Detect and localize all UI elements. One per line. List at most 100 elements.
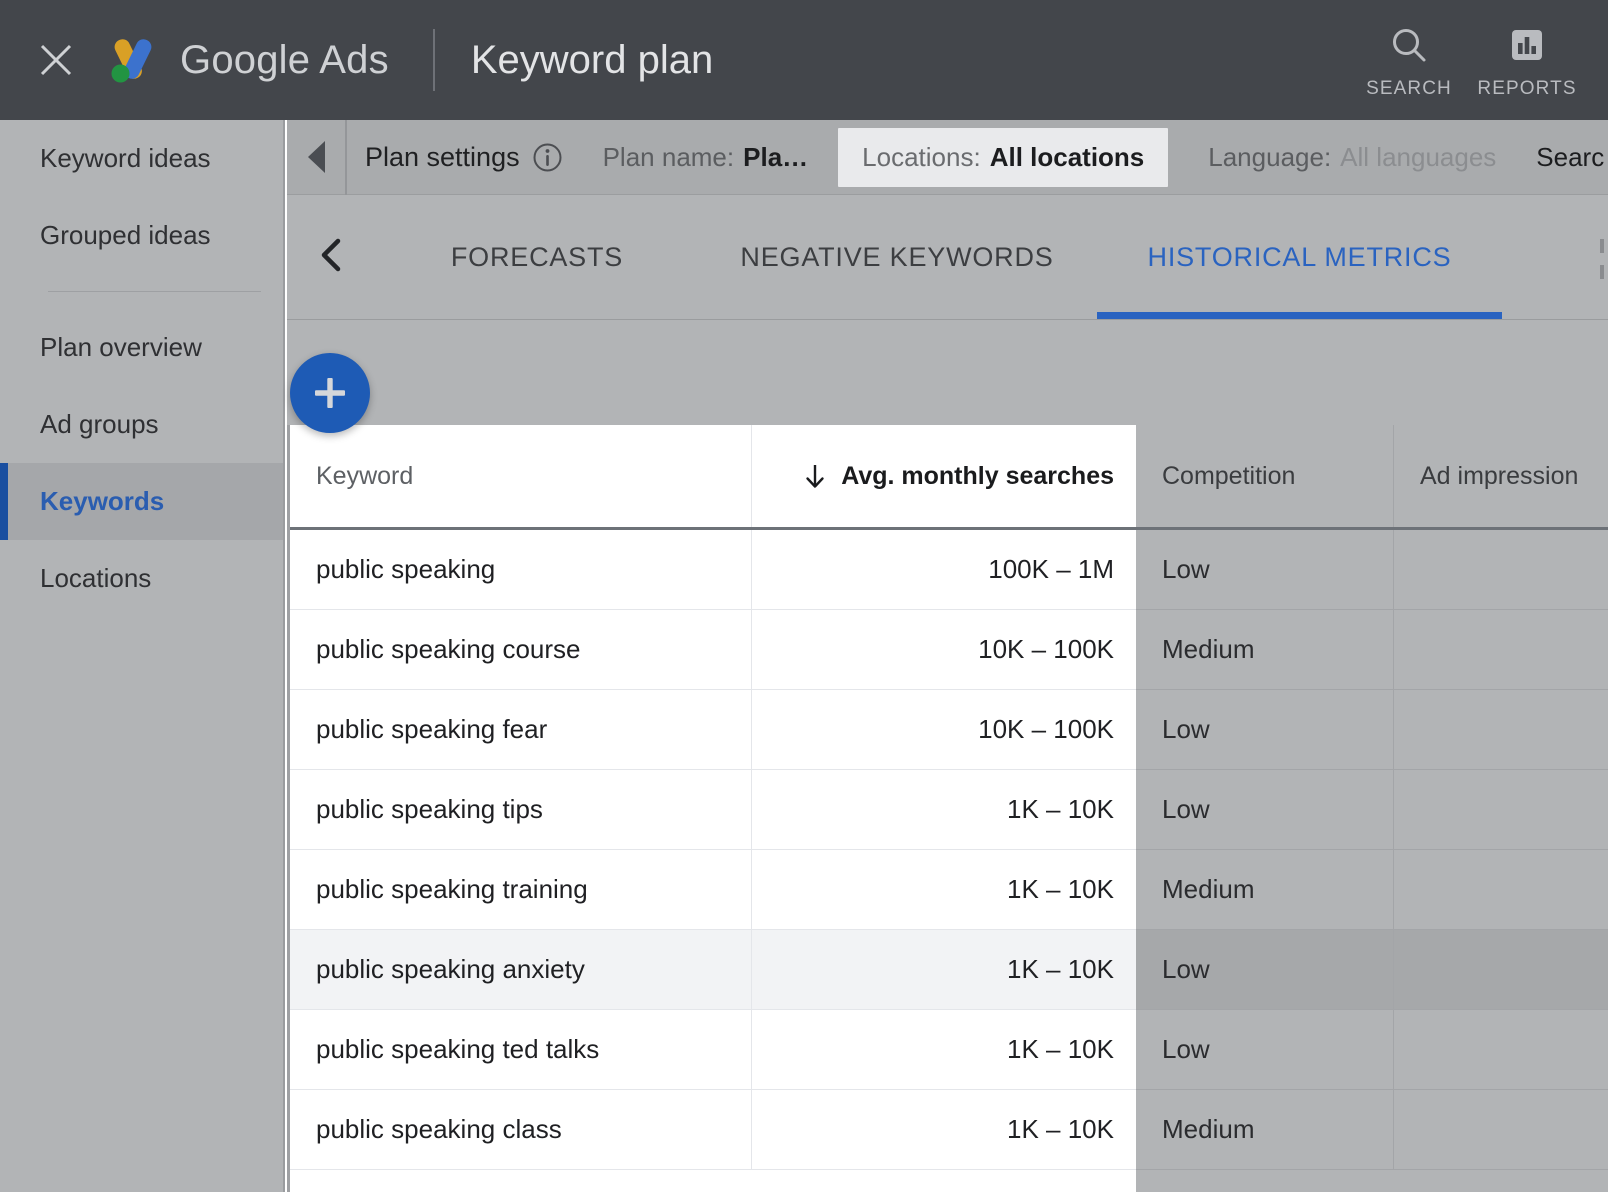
table-row[interactable]: Medium [1136,610,1608,690]
cell-keyword: public speaking [287,530,752,609]
cell-competition: Medium [1136,1090,1394,1169]
reports-button[interactable]: REPORTS [1468,20,1586,100]
close-icon[interactable] [30,34,82,86]
table-row[interactable]: Medium [1136,1090,1608,1170]
sidebar-item-label: Keywords [40,486,165,516]
cell-competition: Low [1136,530,1394,609]
triangle-left-icon [307,141,325,173]
chip-key: Language: [1208,141,1332,172]
table-row[interactable]: public speaking ted talks 1K – 10K [287,1010,1136,1090]
table-header-row-right: Competition Ad impression [1136,425,1608,530]
column-header-competition[interactable]: Competition [1136,425,1394,527]
search-icon [1387,20,1431,72]
arrow-down-icon [802,461,828,491]
main-area: Plan settings Plan name: Pla… Locations:… [287,119,1608,1192]
cell-keyword: public speaking ted talks [287,1010,752,1089]
cell-ad-impression [1394,1090,1608,1169]
cell-ad-impression [1394,930,1608,1009]
reports-bar-chart-icon [1505,20,1549,72]
column-header-ad-impression[interactable]: Ad impression [1394,425,1608,527]
cell-competition: Medium [1136,610,1394,689]
cell-avg-monthly-searches: 1K – 10K [1007,794,1114,824]
sidebar-divider [48,291,261,292]
table-header-row: Keyword Avg. monthly searches [287,425,1136,530]
sidebar-item-grouped-ideas[interactable]: Grouped ideas [0,197,283,274]
cell-keyword: public speaking course [287,610,752,689]
cell-keyword: public speaking fear [287,690,752,769]
cell-avg-monthly-searches: 10K – 100K [978,634,1114,664]
table-row[interactable]: Low [1136,770,1608,850]
tab-historical-metrics[interactable]: HISTORICAL METRICS [1097,195,1502,319]
sidebar-item-label: Grouped ideas [40,220,211,250]
chip-locations[interactable]: Locations: All locations [838,127,1169,187]
page-title: Keyword plan [470,37,714,82]
tab-label: HISTORICAL METRICS [1147,241,1452,272]
sidebar-item-keywords[interactable]: Keywords [0,463,283,540]
chip-language[interactable]: Language: All languages [1208,142,1496,173]
sidebar-item-label: Keyword ideas [40,143,211,173]
google-ads-logo-icon [100,29,162,91]
tab-forecasts[interactable]: FORECASTS [377,195,697,319]
cell-avg-monthly-searches: 1K – 10K [1007,1034,1114,1064]
tab-label: FORECASTS [450,241,624,272]
chip-search-network-clipped[interactable]: Searc [1536,142,1604,173]
tab-strip: FORECASTS NEGATIVE KEYWORDS HISTORICAL M… [287,195,1608,320]
table-row[interactable]: public speaking training 1K – 10K [287,850,1136,930]
tabs-scroll-left-button[interactable] [287,195,377,319]
tab-negative-keywords[interactable]: NEGATIVE KEYWORDS [697,195,1097,319]
screen-root: Google Ads Keyword plan SEARCH REPORTS K… [0,0,1608,1192]
tab-label: NEGATIVE KEYWORDS [740,241,1054,272]
chip-key: Plan name: [602,141,735,172]
keywords-table: Keyword Avg. monthly searches public spe… [287,425,1136,1192]
add-keywords-fab[interactable] [290,353,370,433]
cell-keyword: public speaking tips [287,770,752,849]
sidebar-item-locations[interactable]: Locations [0,540,283,617]
sidebar-item-plan-overview[interactable]: Plan overview [0,309,283,386]
chip-plan-name[interactable]: Plan name: Pla… [603,142,809,173]
search-button[interactable]: SEARCH [1350,20,1468,100]
chip-value: All languages [1340,141,1497,172]
table-row[interactable]: Low [1136,690,1608,770]
plan-settings-bar: Plan settings Plan name: Pla… Locations:… [287,119,1608,195]
cell-avg-monthly-searches: 100K – 1M [988,554,1114,584]
sidebar-item-label: Plan overview [40,332,202,362]
plan-settings-title: Plan settings [365,141,520,172]
sidebar-item-label: Locations [40,563,152,593]
column-header-keyword[interactable]: Keyword [287,425,752,527]
search-label: SEARCH [1366,78,1452,99]
appbar-divider [432,29,435,91]
table-row[interactable]: public speaking course 10K – 100K [287,610,1136,690]
tabs-overflow-indicator [1600,239,1604,279]
table-row[interactable]: Low [1136,930,1608,1010]
collapse-panel-button[interactable] [287,119,347,195]
cell-ad-impression [1394,690,1608,769]
reports-label: REPORTS [1477,78,1577,99]
cell-competition: Medium [1136,850,1394,929]
cell-ad-impression [1394,530,1608,609]
table-row[interactable]: public speaking anxiety 1K – 10K [287,930,1136,1010]
chip-value: All locations [989,141,1145,172]
cell-avg-monthly-searches: 1K – 10K [1007,1114,1114,1144]
table-row[interactable]: public speaking 100K – 1M [287,530,1136,610]
cell-competition: Low [1136,770,1394,849]
cell-ad-impression [1394,850,1608,929]
sidebar-item-keyword-ideas[interactable]: Keyword ideas [0,120,283,197]
sidebar-item-ad-groups[interactable]: Ad groups [0,386,283,463]
info-circle-icon[interactable] [532,142,563,173]
table-row[interactable]: public speaking tips 1K – 10K [287,770,1136,850]
cell-avg-monthly-searches: 1K – 10K [1007,954,1114,984]
table-row[interactable]: Medium [1136,850,1608,930]
panel-left-rail [287,425,290,1192]
table-row[interactable]: public speaking class 1K – 10K [287,1090,1136,1170]
cell-ad-impression [1394,610,1608,689]
column-header-label: Avg. monthly searches [841,461,1114,490]
content-region: Competition Ad impression Low Medium Low [287,320,1608,1192]
brand-name: Google Ads [180,37,389,82]
sidebar-item-label: Ad groups [40,409,159,439]
table-row[interactable]: public speaking fear 10K – 100K [287,690,1136,770]
chevron-left-icon [315,235,349,280]
cell-competition: Low [1136,1010,1394,1089]
column-header-avg-monthly-searches[interactable]: Avg. monthly searches [752,425,1136,527]
table-row[interactable]: Low [1136,530,1608,610]
table-row[interactable]: Low [1136,1010,1608,1090]
